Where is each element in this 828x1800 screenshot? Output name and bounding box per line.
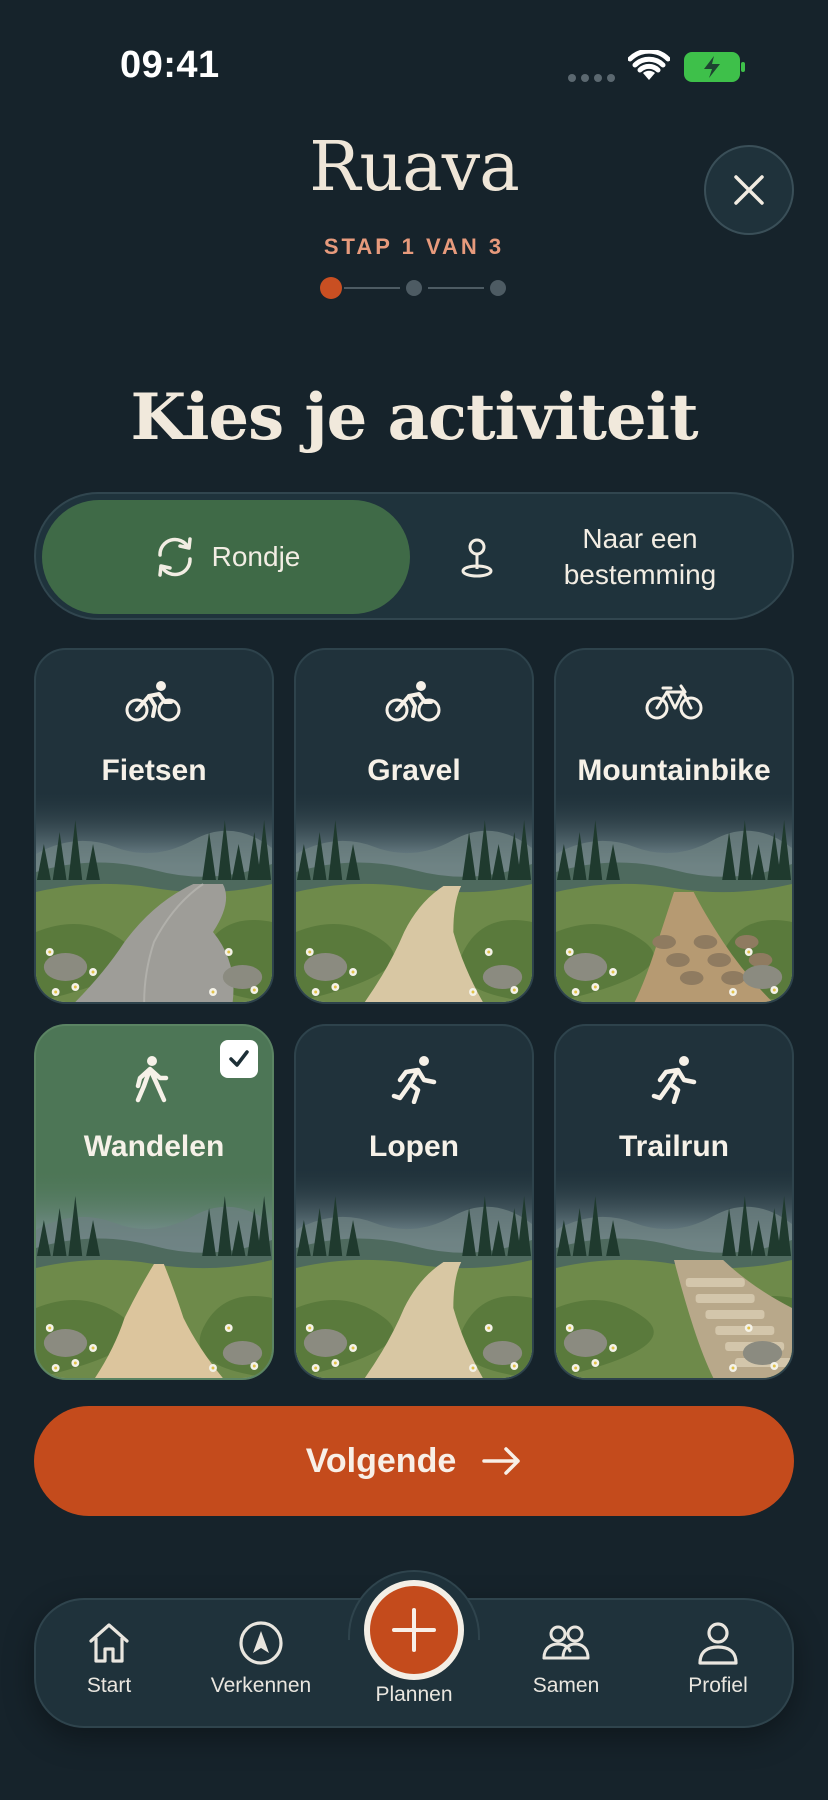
tab-start-label: Start: [86, 1674, 132, 1697]
activity-card-mountainbike[interactable]: Mountainbike: [554, 648, 794, 1004]
step-connector: [344, 287, 400, 289]
step-dot-1: [320, 277, 342, 299]
route-type-destination[interactable]: Naar een bestemming: [416, 500, 788, 614]
compass-icon: [239, 1621, 283, 1665]
tab-explore-label: Verkennen: [210, 1674, 312, 1697]
running-icon: [296, 1056, 532, 1104]
tab-together-label: Samen: [532, 1674, 600, 1697]
activity-scene-image: [556, 1168, 792, 1378]
tab-profile[interactable]: Profiel: [648, 1620, 788, 1698]
route-type-toggle: Rondje Naar een bestemming: [34, 492, 794, 620]
activity-card-fietsen[interactable]: Fietsen: [34, 648, 274, 1004]
wifi-icon: [628, 50, 670, 80]
close-button[interactable]: [704, 145, 794, 235]
tab-start[interactable]: Start: [39, 1620, 179, 1698]
activity-card-wandelen[interactable]: Wandelen: [34, 1024, 274, 1380]
next-button[interactable]: Volgende: [34, 1406, 794, 1516]
step-progress: [320, 276, 506, 300]
person-icon: [698, 1622, 738, 1665]
tab-explore[interactable]: Verkennen: [191, 1620, 331, 1698]
status-bar: 09:41: [0, 0, 828, 120]
route-type-destination-label: Naar een bestemming: [563, 523, 717, 590]
battery-charging-icon: [684, 52, 745, 82]
plus-icon: [392, 1608, 436, 1652]
page-title: Kies je activiteit: [130, 380, 698, 455]
activity-scene-image: [36, 1168, 272, 1378]
route-type-loop[interactable]: Rondje: [42, 500, 410, 614]
tab-plan-label: Plannen: [375, 1683, 453, 1706]
status-time: 09:41: [120, 44, 220, 86]
activity-card-label: Lopen: [369, 1130, 459, 1163]
activity-card-label: Wandelen: [83, 1130, 225, 1163]
activity-card-label: Trailrun: [618, 1130, 730, 1163]
tab-together[interactable]: Samen: [496, 1620, 636, 1698]
next-button-label: Volgende: [305, 1441, 457, 1480]
destination-pin-icon: [461, 538, 493, 578]
loop-icon: [157, 537, 192, 577]
step-indicator-label: STAP 1 VAN 3: [323, 234, 505, 259]
activity-scene-image: [556, 792, 792, 1002]
plan-fab-button[interactable]: [364, 1580, 464, 1680]
activity-card-label: Fietsen: [101, 754, 207, 787]
running-icon: [556, 1056, 792, 1104]
people-icon: [542, 1625, 590, 1660]
step-dot-3: [490, 280, 506, 296]
close-icon: [734, 175, 764, 205]
activity-scene-image: [296, 792, 532, 1002]
arrow-right-icon: [482, 1447, 520, 1475]
activity-card-lopen[interactable]: Lopen: [294, 1024, 534, 1380]
activity-scene-image: [36, 792, 272, 1002]
step-dot-2: [406, 280, 422, 296]
tab-profile-label: Profiel: [688, 1674, 748, 1697]
activity-card-trailrun[interactable]: Trailrun: [554, 1024, 794, 1380]
step-connector: [428, 287, 484, 289]
cyclist-icon: [296, 680, 532, 728]
activity-scene-image: [296, 1168, 532, 1378]
cyclist-icon: [36, 680, 272, 728]
home-icon: [89, 1623, 129, 1663]
bicycle-icon: [556, 680, 792, 728]
route-type-loop-label: Rondje: [211, 541, 301, 572]
cellular-signal-icon: [568, 74, 615, 82]
activity-card-label: Mountainbike: [577, 754, 771, 787]
checkmark-icon: [220, 1040, 258, 1078]
activity-card-label: Gravel: [367, 754, 461, 787]
activity-card-gravel[interactable]: Gravel: [294, 648, 534, 1004]
